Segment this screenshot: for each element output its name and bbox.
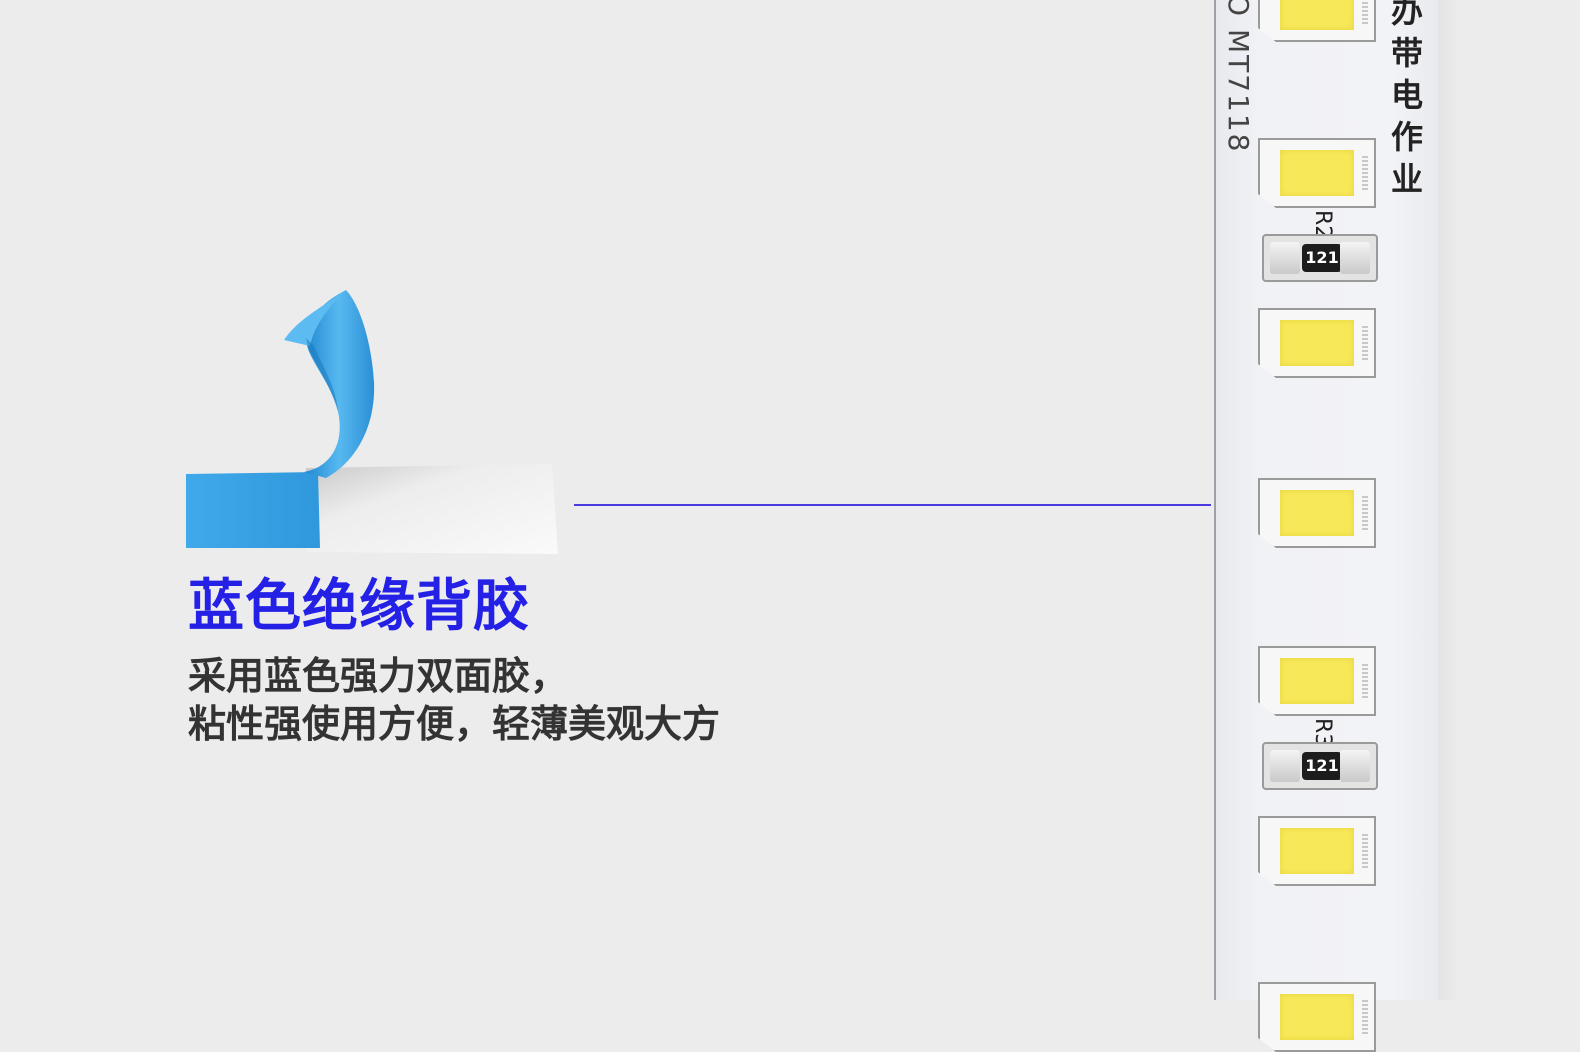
led-chip	[1258, 646, 1376, 716]
led-marking	[1362, 834, 1368, 868]
led-emitter	[1280, 150, 1354, 196]
led-marking	[1362, 326, 1368, 360]
resistor-code: 121	[1302, 244, 1342, 272]
led-emitter	[1280, 658, 1354, 704]
chip-model-label: O MT7118	[1222, 0, 1255, 154]
tape-illustration	[186, 286, 566, 558]
resistor-r3: 121	[1262, 742, 1378, 790]
resistor-terminal	[1270, 750, 1300, 782]
strip-vertical-print: 办带电作业	[1386, 0, 1424, 204]
feature-description: 采用蓝色强力双面胶， 粘性强使用方便，轻薄美观大方	[188, 652, 720, 748]
led-marking	[1362, 664, 1368, 698]
resistor-terminal	[1340, 750, 1370, 782]
led-marking	[1362, 1000, 1368, 1034]
led-chip	[1258, 816, 1376, 886]
led-marking	[1362, 496, 1368, 530]
resistor-code: 121	[1302, 752, 1342, 780]
led-emitter	[1280, 0, 1354, 30]
resistor-terminal	[1340, 242, 1370, 274]
feature-title: 蓝色绝缘背胶	[188, 574, 530, 639]
led-marking	[1362, 0, 1368, 24]
led-emitter	[1280, 320, 1354, 366]
led-chip	[1258, 0, 1376, 42]
led-emitter	[1280, 994, 1354, 1040]
led-chip	[1258, 138, 1376, 208]
led-marking	[1362, 156, 1368, 190]
feature-description-line-1: 采用蓝色强力双面胶，	[188, 654, 569, 698]
callout-line	[574, 504, 1211, 506]
resistor-r2: 121	[1262, 234, 1378, 282]
feature-description-line-2: 粘性强使用方便，轻薄美观大方	[188, 702, 721, 746]
led-chip	[1258, 478, 1376, 548]
resistor-terminal	[1270, 242, 1300, 274]
led-emitter	[1280, 490, 1354, 536]
led-chip	[1258, 308, 1376, 378]
strip-shadow	[1438, 0, 1458, 1000]
led-emitter	[1280, 828, 1354, 874]
led-chip	[1258, 982, 1376, 1052]
